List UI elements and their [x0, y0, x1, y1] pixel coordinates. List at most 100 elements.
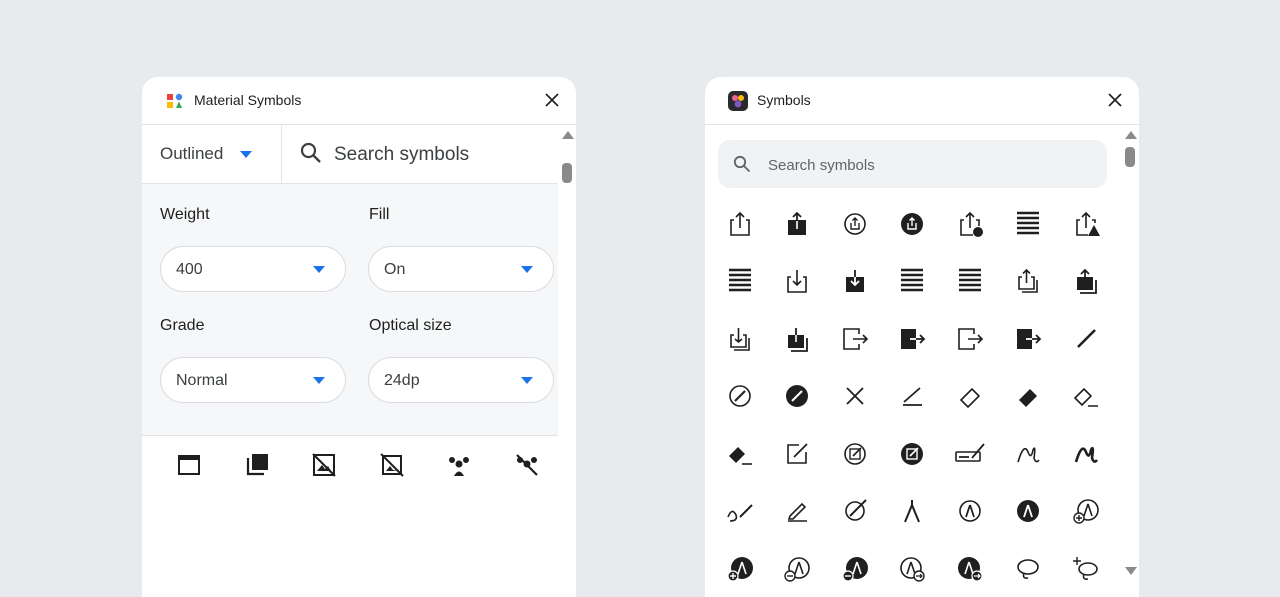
circle-pencil-icon[interactable] [844, 443, 866, 465]
eraser-icon[interactable] [959, 387, 981, 409]
fill-select[interactable]: On [368, 246, 554, 292]
scroll-down-icon[interactable] [1125, 567, 1137, 575]
divider [281, 125, 282, 183]
panel-title: Material Symbols [194, 92, 302, 108]
share-stack-icon[interactable] [1018, 268, 1038, 293]
dropdown-arrow-icon [240, 151, 253, 159]
pen-plus-icon[interactable] [1073, 499, 1099, 524]
close-icon[interactable] [1107, 92, 1123, 108]
fill-value: On [384, 261, 406, 278]
share-clock-icon[interactable] [960, 211, 983, 237]
dropdown-arrow-icon [521, 266, 533, 273]
grade-select[interactable]: Normal [160, 357, 346, 403]
web-asset-icon[interactable] [176, 452, 202, 478]
share-outline-icon[interactable] [730, 211, 750, 236]
titlebar: Material Symbols [142, 77, 576, 125]
pencil-underline-icon[interactable] [787, 502, 807, 522]
pen-minus-filled-icon[interactable] [842, 557, 868, 582]
download-stack-icon[interactable] [730, 328, 750, 351]
panel-title: Symbols [757, 92, 811, 108]
lines-icon[interactable] [901, 268, 923, 292]
material-symbols-panel: Material Symbols Outlined Weight Fill 40… [142, 77, 576, 597]
download-outline-icon[interactable] [787, 270, 807, 293]
pen-minus-icon[interactable] [784, 557, 810, 582]
symbol-grid [727, 211, 1100, 582]
lines-icon[interactable] [959, 268, 981, 292]
pencil-circle-icon[interactable] [729, 385, 751, 407]
share-circle-icon[interactable] [844, 213, 866, 235]
lasso-sparkle-icon[interactable] [1073, 557, 1098, 580]
optical-size-label: Optical size [369, 317, 452, 334]
pencil-slash-circle-icon[interactable] [845, 499, 867, 521]
exit-filled-icon[interactable] [1017, 329, 1042, 349]
eraser-filled-icon[interactable] [1019, 389, 1037, 407]
share-warning-icon[interactable] [1076, 211, 1100, 236]
scroll-up-icon[interactable] [1125, 131, 1137, 139]
symbols-panel: Symbols [705, 77, 1139, 597]
circle-pencil-filled-icon[interactable] [901, 443, 923, 465]
pen-circle-filled-icon[interactable] [1017, 500, 1039, 522]
fill-label: Fill [369, 206, 390, 223]
exit-outline-icon[interactable] [843, 328, 869, 350]
pen-circle-icon[interactable] [959, 500, 981, 522]
scrollbar[interactable] [1121, 125, 1139, 597]
pencil-icon[interactable] [1077, 329, 1096, 348]
exit-outline-icon[interactable] [958, 328, 984, 350]
lasso-icon[interactable] [1017, 559, 1039, 579]
style-and-search-row: Outlined [142, 125, 558, 184]
download-stack-filled-icon[interactable] [788, 328, 808, 352]
pencil-slash-icon[interactable] [846, 387, 864, 405]
optical-size-select[interactable]: 24dp [368, 357, 554, 403]
dropdown-arrow-icon [313, 266, 325, 273]
search-icon [300, 142, 321, 163]
scribble-bold-icon[interactable] [1074, 446, 1099, 463]
scroll-thumb[interactable] [562, 163, 572, 183]
groups-off-icon[interactable] [514, 452, 540, 478]
library-icon[interactable] [244, 452, 270, 478]
grade-label: Grade [160, 317, 205, 334]
style-value: Outlined [160, 144, 224, 163]
scroll-up-icon[interactable] [562, 131, 574, 139]
eraser-line-icon[interactable] [1073, 387, 1098, 407]
share-stack-filled-icon[interactable] [1077, 268, 1097, 294]
optical-size-value: 24dp [384, 372, 420, 389]
search-box[interactable] [718, 140, 1107, 188]
pen-plus-filled-icon[interactable] [727, 557, 753, 582]
pencil-line-icon[interactable] [903, 387, 922, 406]
no-photography-icon[interactable] [379, 452, 405, 478]
scroll-thumb[interactable] [1125, 147, 1135, 167]
pencil-scribble-icon[interactable] [727, 504, 753, 522]
weight-select[interactable]: 400 [160, 246, 346, 292]
grade-value: Normal [176, 372, 228, 389]
close-icon[interactable] [544, 92, 560, 108]
groups-icon[interactable] [446, 452, 472, 478]
dropdown-arrow-icon [521, 377, 533, 384]
search-input[interactable] [766, 152, 1090, 178]
search-icon [733, 155, 751, 173]
lines-icon[interactable] [1017, 211, 1039, 235]
weight-value: 400 [176, 261, 203, 278]
search-input[interactable] [332, 139, 556, 171]
material-symbols-logo-icon [167, 93, 183, 108]
symbols-logo-icon [728, 91, 748, 111]
download-filled-icon[interactable] [846, 270, 864, 292]
signature-pencil-icon[interactable] [955, 443, 985, 462]
pen-arrow-icon[interactable] [900, 557, 925, 582]
eraser-filled-line-icon[interactable] [729, 447, 752, 465]
titlebar: Symbols [705, 77, 1139, 125]
scrollbar[interactable] [558, 125, 576, 597]
share-circle-filled-icon[interactable] [901, 213, 923, 235]
share-filled-icon[interactable] [788, 211, 806, 235]
settings-controls: Weight Fill 400 On Grade Optical size No… [142, 184, 558, 436]
exit-filled-icon[interactable] [901, 329, 926, 349]
compass-icon[interactable] [904, 500, 920, 523]
pen-arrow-filled-icon[interactable] [958, 557, 983, 582]
hide-image-icon[interactable] [311, 452, 337, 478]
square-pencil-icon[interactable] [787, 443, 808, 464]
style-dropdown[interactable]: Outlined [160, 144, 253, 164]
dropdown-arrow-icon [313, 377, 325, 384]
pencil-circle-filled-icon[interactable] [786, 385, 808, 407]
scribble-icon[interactable] [1017, 447, 1040, 463]
lines-icon[interactable] [729, 268, 751, 292]
weight-label: Weight [160, 206, 210, 223]
